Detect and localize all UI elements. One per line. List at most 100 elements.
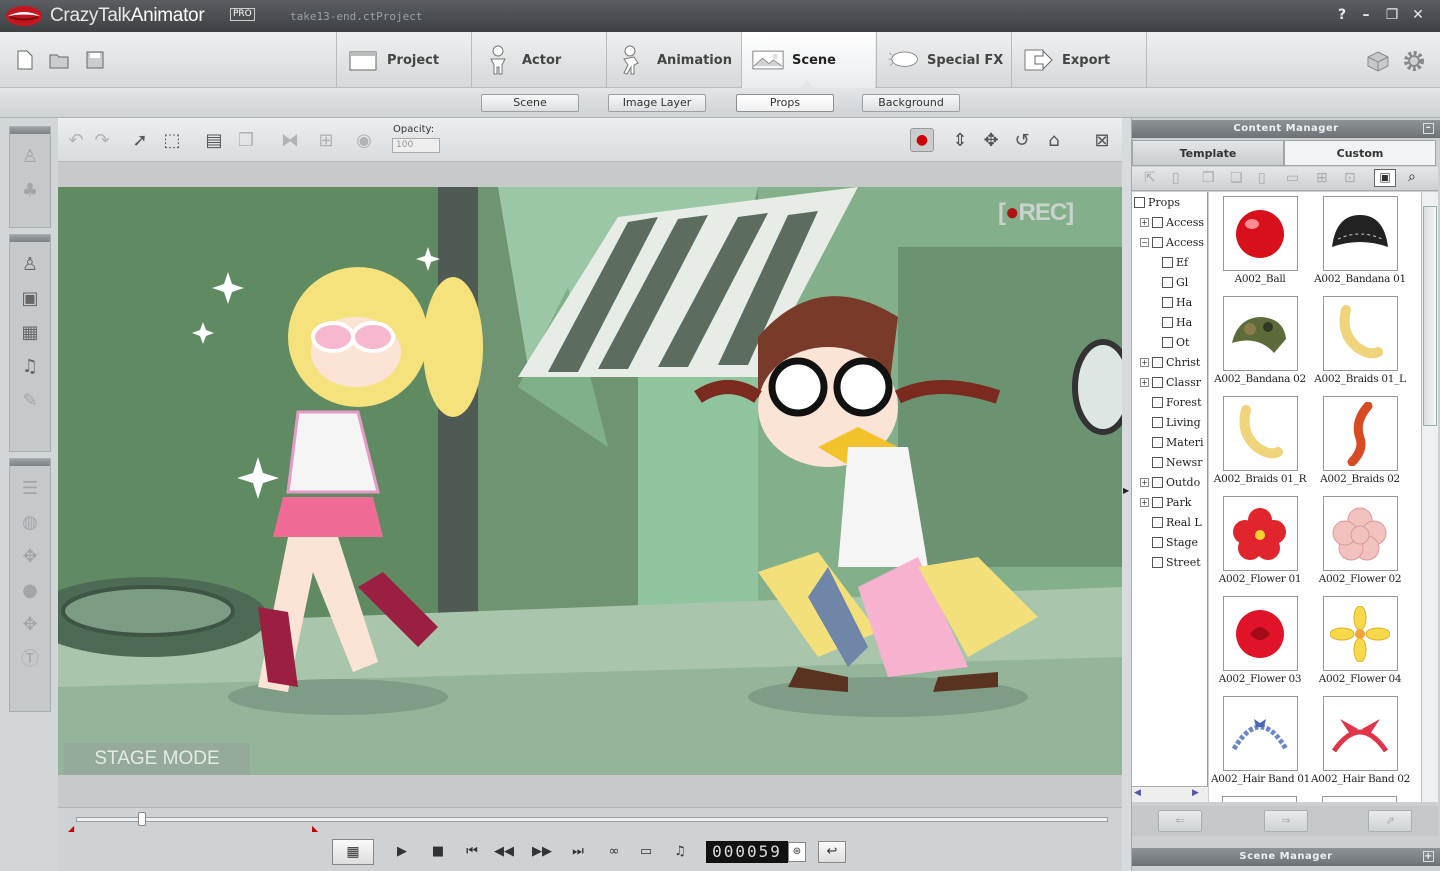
prop-item[interactable]: A002_Bandana 02 [1211,296,1309,385]
stop-icon[interactable]: ■ [428,842,448,862]
tree-node[interactable]: Newsr [1140,456,1202,469]
tree-node[interactable]: + Outdo [1140,476,1200,489]
tree-node[interactable]: Props [1134,196,1180,209]
subtab-image-layer[interactable]: Image Layer [608,94,706,112]
prop-item[interactable]: A002_Hair Band 02 [1311,696,1410,785]
prop-item[interactable]: A002_Flower 01 [1211,496,1309,585]
scroll-left-icon[interactable]: ◀ [1134,788,1141,798]
undo-icon[interactable]: ↶ [64,128,88,152]
tree-node[interactable]: + Park [1140,496,1191,509]
tree-node[interactable]: Living [1140,416,1201,429]
prop-item-partial[interactable] [1222,796,1297,802]
tree-horizontal-scrollbar[interactable]: ◀ ▶ [1132,786,1208,802]
import-icon[interactable]: ⊡ [1344,170,1356,186]
character-icon[interactable]: ♙ [18,252,42,276]
fit-screen-icon[interactable]: ⊠ [1090,128,1114,152]
expand-node-icon[interactable]: + [1140,358,1149,367]
collapse-node-icon[interactable]: − [1140,238,1149,247]
timeline-track[interactable] [76,817,1108,822]
previous-frame-icon[interactable]: ◀◀ [494,842,514,862]
tab-special-fx[interactable]: Special FX [876,32,1010,88]
tab-custom[interactable]: Custom [1284,140,1436,166]
expand-icon[interactable]: + [1423,851,1434,862]
tree-node[interactable]: Ef [1162,256,1188,269]
timeline-editor-icon[interactable]: ▦ [332,839,374,865]
tree-node[interactable]: − Access [1140,236,1204,249]
motion-icon[interactable]: ✥ [18,612,42,636]
copy-icon[interactable]: ❐ [1202,170,1215,186]
portrait-icon[interactable]: ▣ [18,286,42,310]
collapse-icon[interactable]: – [1423,123,1434,134]
loop-icon[interactable]: ∞ [604,842,624,862]
tree-node[interactable]: + Access [1140,216,1204,229]
new-doc-icon[interactable]: ▯ [1172,170,1180,186]
rotate-icon[interactable]: ↺ [1010,128,1034,152]
align-icon[interactable]: ⊞ [314,128,338,152]
content-vertical-scrollbar[interactable] [1421,192,1438,802]
tree-node[interactable]: + Classr [1140,376,1201,389]
subtab-scene[interactable]: Scene [481,94,579,112]
tab-export[interactable]: Export [1011,32,1145,88]
text-icon[interactable]: Ⓣ [18,646,42,670]
globe-icon[interactable]: ◍ [18,510,42,534]
tree-node[interactable]: Ot [1162,336,1189,349]
prop-item[interactable]: A002_Braids 01_R [1211,396,1309,485]
timeline-scrubber[interactable] [137,812,146,826]
script-icon[interactable]: ☰ [18,476,42,500]
tree-node[interactable]: Street [1140,556,1201,569]
tab-actor[interactable]: Actor [471,32,605,88]
tree-view-icon[interactable]: ⊞ [1316,170,1328,186]
flip-icon[interactable]: ⧓ [278,128,302,152]
expand-node-icon[interactable]: + [1140,378,1149,387]
thumbnail-view-icon[interactable]: ▣ [1374,169,1396,187]
go-end-icon[interactable]: ⏭ [568,842,588,862]
cube-icon[interactable] [1366,50,1390,72]
opacity-input[interactable]: 100 [392,138,440,153]
speech-bubble-icon[interactable]: ✎ [18,388,42,412]
prop-item[interactable]: A002_Ball [1211,196,1309,285]
tree-node[interactable]: Ha [1162,296,1192,309]
prop-item[interactable]: A002_Flower 02 [1311,496,1409,585]
add-to-custom-icon[interactable]: ⇒ [1264,810,1308,832]
tree-node[interactable]: Materi [1140,436,1204,449]
stage-canvas[interactable]: [●REC] STAGE MODE [58,187,1122,775]
select-arrow-icon[interactable]: ➚ [128,128,152,152]
expand-node-icon[interactable]: + [1140,218,1149,227]
folder-up-icon[interactable]: ⇱ [1144,170,1156,186]
minimize-button[interactable]: – [1356,7,1376,23]
scene-film-icon[interactable]: ▦ [18,320,42,344]
prop-tree-icon[interactable]: ♣ [18,178,42,202]
paste-icon[interactable]: ❏ [1230,170,1243,186]
return-icon[interactable]: ↩ [818,841,846,863]
move-select-icon[interactable]: ✥ [18,544,42,568]
actor-figure-icon[interactable]: ♙ [18,144,42,168]
tree-node[interactable]: Forest [1140,396,1202,409]
preview-search-icon[interactable]: ⌕ [1408,169,1416,185]
tree-node[interactable]: Ha [1162,316,1192,329]
expand-node-icon[interactable]: + [1140,498,1149,507]
record-icon[interactable]: ● [18,578,42,602]
scroll-right-icon[interactable]: ▶ [1192,788,1199,798]
delete-icon[interactable]: ▯ [1258,170,1266,186]
move-all-icon[interactable]: ✥ [979,128,1003,152]
redo-icon[interactable]: ↷ [90,128,114,152]
duplicate-icon[interactable]: ❐ [234,128,258,152]
tab-template[interactable]: Template [1132,140,1284,166]
prop-item-partial[interactable] [1322,796,1397,802]
restore-button[interactable]: ❐ [1382,7,1402,23]
gear-icon[interactable] [1402,49,1426,73]
go-start-icon[interactable]: ⏮ [462,842,482,862]
tab-project[interactable]: Project [336,32,470,88]
move-vertical-icon[interactable]: ⇕ [948,128,972,152]
prop-item[interactable]: A002_Flower 03 [1211,596,1309,685]
play-icon[interactable]: ▶ [392,842,412,862]
tree-node[interactable]: Real L [1140,516,1202,529]
next-frame-icon[interactable]: ▶▶ [532,842,552,862]
export-content-icon[interactable]: ⇗ [1368,810,1412,832]
save-icon[interactable] [84,50,106,70]
tree-node[interactable]: + Christ [1140,356,1200,369]
prop-item[interactable]: A002_Bandana 01 [1311,196,1409,285]
caption-icon[interactable]: ▭ [636,842,656,862]
music-note-icon[interactable]: ♫ [18,354,42,378]
layer-stack-icon[interactable]: ▤ [202,128,226,152]
